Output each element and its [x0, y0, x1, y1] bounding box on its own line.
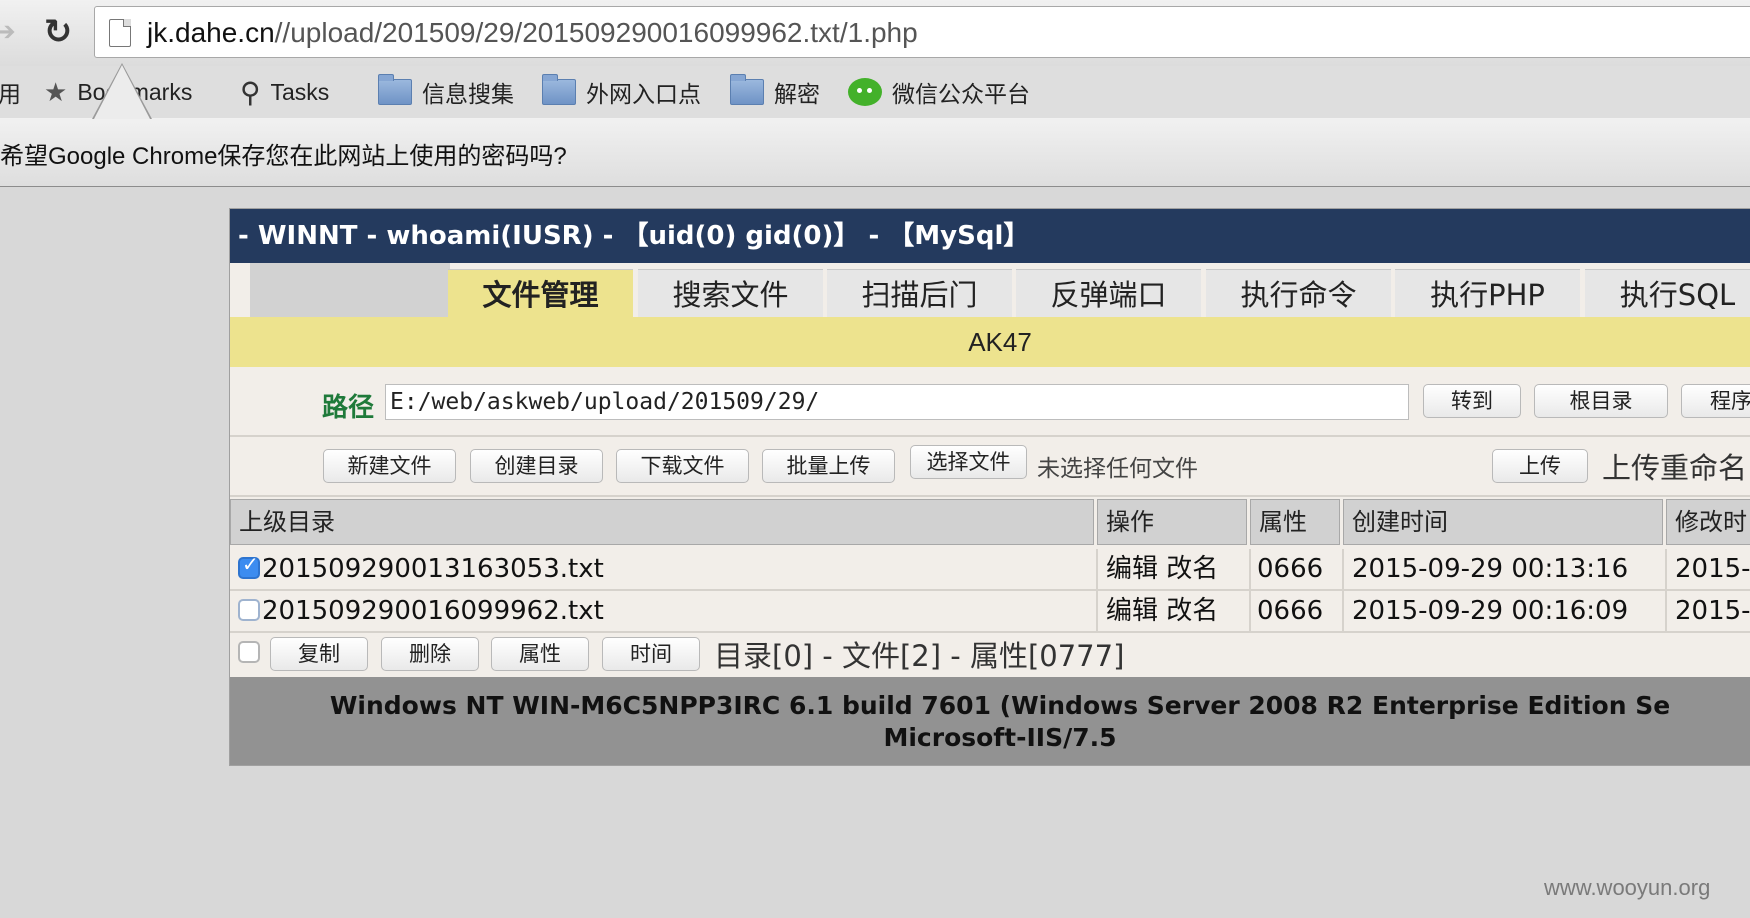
page-icon	[109, 19, 131, 47]
folder-icon	[542, 74, 576, 105]
tab-bar: 文件管理 搜索文件 扫描后门 反弹端口 执行命令 执行PHP 执行SQL	[230, 263, 1750, 318]
star-icon: ★	[44, 76, 68, 107]
server-info-footer: Windows NT WIN-M6C5NPP3IRC 6.1 build 760…	[230, 677, 1750, 765]
folder-icon	[730, 74, 764, 105]
file-created: 2015-09-29 00:16:09	[1342, 591, 1670, 631]
bookmark-wechat[interactable]: 微信公众平台	[848, 76, 1030, 108]
col-attributes: 属性	[1250, 499, 1340, 545]
bulk-actions-row: 复制 删除 属性 时间 目录[0] - 文件[2] - 属性[0777]	[230, 627, 1750, 677]
download-file-button[interactable]: 下载文件	[616, 449, 749, 483]
file-created: 2015-09-29 00:13:16	[1342, 549, 1670, 589]
file-attr[interactable]: 0666	[1249, 591, 1345, 631]
file-modified: 2015-	[1665, 591, 1750, 631]
file-ops[interactable]: 编辑 改名	[1096, 591, 1254, 631]
bookmark-label: 微信公众平台	[892, 81, 1030, 107]
time-button[interactable]: 时间	[602, 637, 700, 671]
file-name[interactable]: 201509290013163053.txt	[262, 549, 1092, 589]
bookmark-label: 信息搜集	[422, 81, 514, 107]
search-icon: ⚲	[240, 76, 261, 108]
infobar-pointer	[92, 63, 152, 119]
select-all-checkbox[interactable]	[238, 641, 260, 663]
infobar-text: 希望Google Chrome保存您在此网站上使用的密码吗?	[0, 143, 567, 170]
col-created: 创建时间	[1343, 499, 1663, 545]
back-arrow-icon[interactable]: ➔	[0, 18, 16, 46]
path-row: 路径 转到 根目录 程序	[230, 375, 1750, 437]
new-file-button[interactable]: 新建文件	[323, 449, 456, 483]
table-row: 201509290013163053.txt 编辑 改名 0666 2015-0…	[230, 549, 1750, 591]
shell-title: - WINNT - whoami(IUSR) - 【uid(0) gid(0)】…	[230, 209, 1750, 263]
tab-exec-command[interactable]: 执行命令	[1206, 269, 1391, 318]
wechat-icon	[848, 78, 882, 106]
save-password-infobar: 希望Google Chrome保存您在此网站上使用的密码吗?	[0, 118, 1750, 187]
root-dir-button[interactable]: 根目录	[1534, 384, 1668, 418]
bookmark-label: 解密	[774, 81, 820, 107]
url-path: //upload/201509/29/201509290016099962.tx…	[274, 17, 918, 48]
file-modified: 2015-	[1665, 549, 1750, 589]
choose-file-button[interactable]: 选择文件	[910, 445, 1027, 479]
col-operations: 操作	[1097, 499, 1247, 545]
attributes-button[interactable]: 属性	[491, 637, 589, 671]
bookmark-label: 用	[0, 81, 21, 107]
url-host: jk.dahe.cn	[147, 17, 275, 48]
reload-icon[interactable]: ↻	[40, 14, 76, 50]
folder-icon	[378, 74, 412, 105]
row-checkbox[interactable]	[238, 552, 260, 579]
delete-button[interactable]: 删除	[381, 637, 479, 671]
tab-file-manager[interactable]: 文件管理	[448, 269, 633, 318]
path-input[interactable]	[385, 384, 1409, 420]
dir-summary: 目录[0] - 文件[2] - 属性[0777]	[714, 639, 1125, 673]
table-header: 上级目录 操作 属性 创建时间 修改时	[230, 499, 1750, 547]
bookmark-label: Tasks	[270, 78, 330, 105]
path-label: 路径	[322, 393, 375, 423]
bookmark-label: 外网入口点	[586, 81, 701, 107]
copy-button[interactable]: 复制	[270, 637, 368, 671]
upload-rename-label: 上传重命名	[1602, 451, 1748, 485]
shell-banner: AK47	[230, 317, 1750, 367]
col-modified: 修改时	[1666, 499, 1750, 545]
address-bar[interactable]: jk.dahe.cn//upload/201509/29/20150929001…	[94, 6, 1750, 58]
no-file-label: 未选择任何文件	[1037, 456, 1198, 482]
tab-exec-php[interactable]: 执行PHP	[1395, 269, 1580, 318]
create-dir-button[interactable]: 创建目录	[470, 449, 603, 483]
tab-reverse-port[interactable]: 反弹端口	[1016, 269, 1201, 318]
upload-button[interactable]: 上传	[1492, 449, 1588, 483]
file-attr[interactable]: 0666	[1249, 549, 1345, 589]
watermark: www.wooyun.org	[1544, 875, 1711, 900]
col-parent-dir[interactable]: 上级目录	[230, 499, 1094, 545]
goto-button[interactable]: 转到	[1423, 384, 1521, 418]
os-info: Windows NT WIN-M6C5NPP3IRC 6.1 build 760…	[329, 691, 1671, 720]
file-toolbar: 新建文件 创建目录 下载文件 批量上传 选择文件 未选择任何文件 上传 上传重命…	[230, 437, 1750, 497]
webshell-panel: - WINNT - whoami(IUSR) - 【uid(0) gid(0)】…	[229, 208, 1750, 766]
file-ops[interactable]: 编辑 改名	[1096, 549, 1254, 589]
tab-exec-sql[interactable]: 执行SQL	[1585, 269, 1750, 318]
row-checkbox[interactable]	[238, 599, 260, 621]
browser-toolbar: ➔ ↻ jk.dahe.cn//upload/201509/29/2015092…	[0, 0, 1750, 66]
bookmarks-bar: 用 ★ Bookmarks ⚲ Tasks 信息搜集 外网入口点 解密 微信公众平台	[0, 66, 1750, 119]
batch-upload-button[interactable]: 批量上传	[762, 449, 895, 483]
tab-search-files[interactable]: 搜索文件	[638, 269, 823, 318]
url-text[interactable]: jk.dahe.cn//upload/201509/29/20150929001…	[147, 17, 918, 49]
bookmark-apps[interactable]: 用	[0, 76, 21, 108]
bookmark-folder-decrypt[interactable]: 解密	[730, 74, 820, 108]
bookmark-folder-info[interactable]: 信息搜集	[378, 74, 514, 108]
tab-bar-spacer	[250, 263, 450, 317]
server-software: Microsoft-IIS/7.5	[883, 723, 1117, 752]
tab-scan-backdoor[interactable]: 扫描后门	[827, 269, 1012, 318]
program-dir-button[interactable]: 程序	[1681, 384, 1750, 418]
file-name[interactable]: 201509290016099962.txt	[262, 591, 1092, 631]
bookmark-tasks[interactable]: ⚲ Tasks	[240, 76, 329, 108]
bookmark-folder-entry[interactable]: 外网入口点	[542, 74, 701, 108]
